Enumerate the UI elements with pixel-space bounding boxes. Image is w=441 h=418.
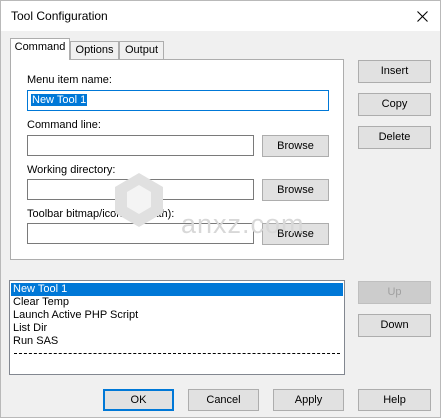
tools-list[interactable]: New Tool 1 Clear Temp Launch Active PHP … (9, 280, 345, 375)
list-item[interactable]: Launch Active PHP Script (11, 309, 343, 322)
working-directory-input[interactable] (27, 179, 254, 200)
title-bar: Tool Configuration (1, 1, 440, 31)
up-button[interactable]: Up (358, 281, 431, 304)
close-button[interactable] (410, 4, 434, 28)
command-line-input[interactable] (27, 135, 254, 156)
insert-button[interactable]: Insert (358, 60, 431, 83)
menu-item-name-label: Menu item name: (27, 74, 112, 86)
tab-output[interactable]: Output (119, 41, 164, 60)
close-icon (416, 10, 428, 22)
list-item[interactable]: List Dir (11, 322, 343, 335)
list-item[interactable]: New Tool 1 (11, 283, 343, 296)
ok-button[interactable]: OK (103, 389, 174, 411)
working-directory-label: Working directory: (27, 164, 116, 176)
window-title: Tool Configuration (11, 9, 108, 23)
list-item[interactable]: Run SAS (11, 335, 343, 348)
cancel-button[interactable]: Cancel (188, 389, 259, 411)
browse-command-line-button[interactable]: Browse (262, 135, 329, 157)
list-item[interactable]: Clear Temp (11, 296, 343, 309)
browse-toolbar-bitmap-button[interactable]: Browse (262, 223, 329, 245)
menu-item-name-value: New Tool 1 (31, 94, 88, 106)
tab-command[interactable]: Command (10, 38, 70, 60)
tab-options[interactable]: Options (70, 41, 119, 60)
copy-button[interactable]: Copy (358, 93, 431, 116)
command-line-label: Command line: (27, 119, 101, 131)
apply-button[interactable]: Apply (273, 389, 344, 411)
toolbar-bitmap-input[interactable] (27, 223, 254, 244)
delete-button[interactable]: Delete (358, 126, 431, 149)
toolbar-bitmap-label: Toolbar bitmap/icon (file path): (27, 208, 175, 220)
list-separator (14, 353, 340, 354)
help-button[interactable]: Help (358, 389, 431, 411)
browse-working-directory-button[interactable]: Browse (262, 179, 329, 201)
menu-item-name-input[interactable]: New Tool 1 (27, 90, 329, 111)
tool-configuration-dialog: Tool Configuration Command Options Outpu… (0, 0, 441, 418)
down-button[interactable]: Down (358, 314, 431, 337)
